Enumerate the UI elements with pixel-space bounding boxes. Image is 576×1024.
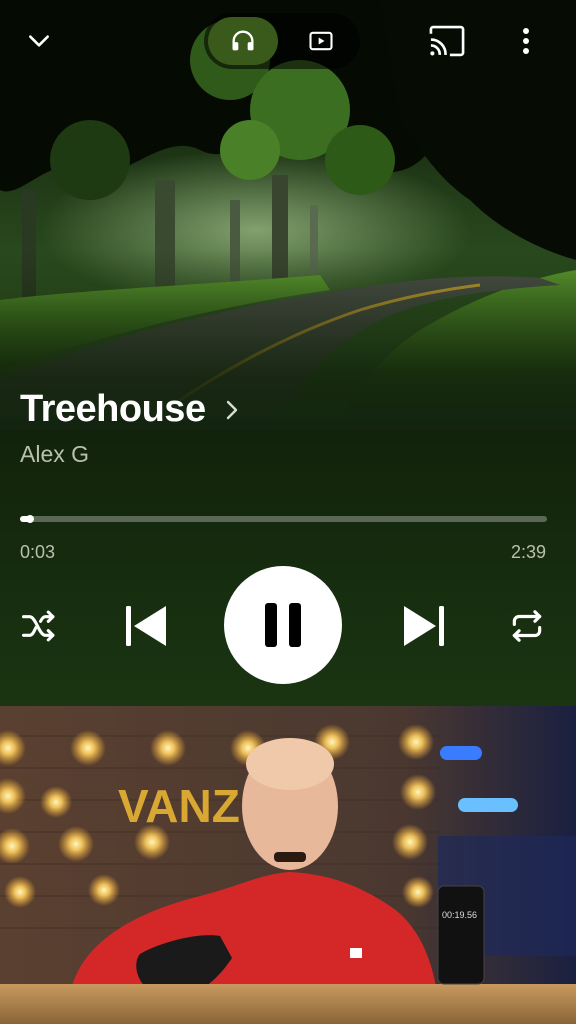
video-frame: VANZ 00:19.56	[0, 706, 576, 1024]
pause-icon	[265, 603, 301, 647]
sign-text: VANZ	[118, 780, 240, 832]
skip-next-icon[interactable]	[396, 602, 452, 650]
audio-mode-tab[interactable]	[208, 17, 278, 65]
phone-timer-text: 00:19.56	[442, 910, 477, 920]
progress-bar[interactable]	[20, 515, 547, 523]
total-duration: 2:39	[510, 542, 546, 562]
track-artist[interactable]: Alex G	[20, 441, 89, 468]
video-mode-tab[interactable]	[286, 17, 356, 65]
shuffle-icon[interactable]	[16, 604, 62, 648]
chevron-right-icon	[224, 398, 240, 422]
track-title: Treehouse	[20, 388, 206, 430]
audio-video-toggle	[204, 13, 360, 69]
repeat-icon[interactable]	[504, 604, 550, 648]
video-play-icon	[309, 31, 333, 51]
progress-scrubber[interactable]	[26, 515, 34, 523]
headphones-icon	[232, 30, 254, 51]
skip-previous-icon[interactable]	[118, 602, 174, 650]
track-title-row[interactable]: Treehouse	[20, 388, 240, 431]
top-bar	[0, 0, 576, 82]
playback-controls	[0, 566, 576, 686]
now-playing-screen: Treehouse Alex G 0:03 2:39	[0, 0, 576, 706]
cast-icon[interactable]	[424, 18, 470, 64]
more-vertical-icon[interactable]	[504, 18, 548, 64]
elapsed-time: 0:03	[20, 542, 56, 562]
pause-button[interactable]	[224, 566, 342, 684]
overlay-video[interactable]: VANZ 00:19.56	[0, 706, 576, 1024]
chevron-down-icon[interactable]	[16, 18, 62, 64]
